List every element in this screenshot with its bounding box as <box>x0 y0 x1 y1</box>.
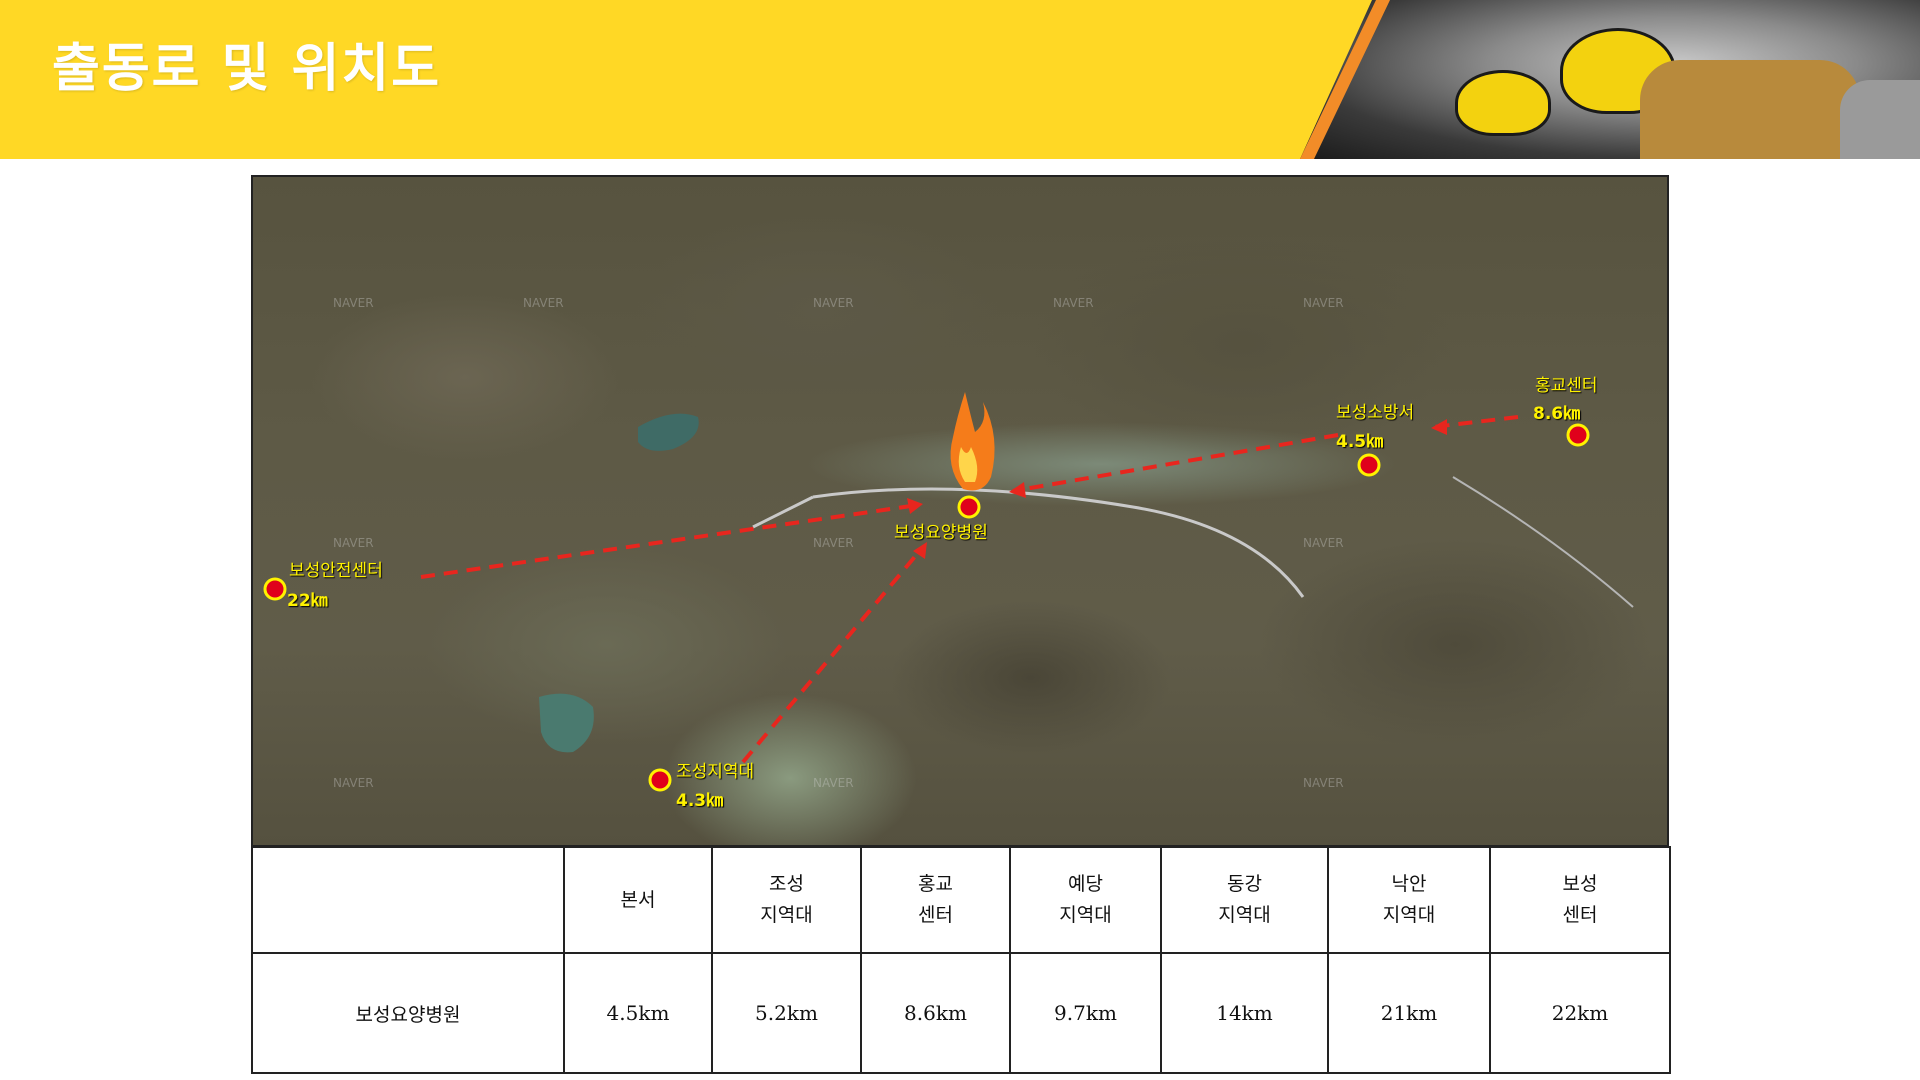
table-header-cell <box>251 846 565 954</box>
header-line: 조성 <box>769 873 804 895</box>
header-line: 센터 <box>1562 904 1598 926</box>
header-line: 낙안 <box>1391 873 1427 895</box>
naver-watermark: NAVER <box>333 536 374 550</box>
station-distance-hongyo: 8.6㎞ <box>1533 404 1581 424</box>
header-line: 동강 <box>1227 873 1262 895</box>
turnout-coat <box>1640 60 1860 159</box>
station-distance-boseong-safety: 22㎞ <box>287 591 328 611</box>
distance-cell: 21km <box>1327 952 1491 1074</box>
distance-cell: 8.6km <box>860 952 1011 1074</box>
header-line: 지역대 <box>760 904 813 926</box>
naver-watermark: NAVER <box>523 296 564 310</box>
table-header-cell: 보성센터 <box>1489 846 1671 954</box>
naver-watermark: NAVER <box>813 776 854 790</box>
station-label-hongyo: 홍교센터 <box>1535 376 1598 396</box>
naver-watermark: NAVER <box>1303 296 1344 310</box>
naver-watermark: NAVER <box>1303 776 1344 790</box>
page-title: 출동로 및 위치도 <box>52 39 442 99</box>
distance-cell: 9.7km <box>1009 952 1162 1074</box>
table-header-cell: 낙안지역대 <box>1327 846 1491 954</box>
road <box>1452 476 1634 608</box>
distance-cell: 22km <box>1489 952 1671 1074</box>
distance-cell: 5.2km <box>711 952 862 1074</box>
table-header-cell: 본서 <box>563 846 713 954</box>
naver-watermark: NAVER <box>813 536 854 550</box>
table-header-cell: 동강지역대 <box>1160 846 1329 954</box>
reservoir <box>539 693 594 753</box>
distance-cell: 4.5km <box>563 952 713 1074</box>
marker-hongyo <box>1566 423 1590 447</box>
naver-watermark: NAVER <box>813 296 854 310</box>
fire-location-label: 보성요양병원 <box>894 523 988 543</box>
fire-location-marker <box>957 495 981 519</box>
station-markers <box>263 423 1590 792</box>
header-line: 보성 <box>1562 873 1598 895</box>
fire-icon <box>950 392 995 491</box>
header-line: 지역대 <box>1059 904 1112 926</box>
naver-watermark: NAVER <box>1053 296 1094 310</box>
route-joseong <box>741 545 925 764</box>
station-label-boseong-fire: 보성소방서 <box>1336 403 1415 423</box>
station-label-boseong-safety: 보성안전센터 <box>289 561 383 581</box>
naver-watermark: NAVER <box>1303 536 1344 550</box>
route-map: NAVER NAVER NAVER NAVER NAVER NAVER NAVE… <box>251 175 1669 847</box>
air-tank <box>1840 80 1920 159</box>
arrowhead-icon <box>913 542 927 559</box>
marker-boseong-fire <box>1357 453 1381 477</box>
map-overlay: NAVER NAVER NAVER NAVER NAVER NAVER NAVE… <box>263 296 1634 792</box>
station-distance-boseong-fire: 4.5㎞ <box>1336 432 1384 452</box>
marker-joseong <box>648 768 672 792</box>
table-row: 보성요양병원 4.5km 5.2km 8.6km 9.7km 14km 21km… <box>251 952 1671 1074</box>
arrowhead-icon <box>1431 419 1447 435</box>
station-distance-joseong: 4.3㎞ <box>676 791 724 811</box>
naver-watermark: NAVER <box>333 296 374 310</box>
station-label-joseong: 조성지역대 <box>676 762 755 782</box>
header-line: 센터 <box>918 904 953 926</box>
firefighters-photo <box>1300 0 1920 159</box>
watermarks: NAVER NAVER NAVER NAVER NAVER NAVER NAVE… <box>333 296 1344 790</box>
header-banner: 출동로 및 위치도 <box>0 0 1920 159</box>
header-line: 홍교 <box>918 873 953 895</box>
table-header-cell: 예당지역대 <box>1009 846 1162 954</box>
arrowhead-icon <box>1009 482 1026 498</box>
marker-boseong-safety <box>263 577 287 601</box>
header-line: 예당 <box>1068 873 1103 895</box>
reservoir <box>638 413 699 451</box>
distance-cell: 14km <box>1160 952 1329 1074</box>
table-header-row: 본서 조성지역대 홍교센터 예당지역대 동강지역대 낙안지역대 보성센터 <box>251 846 1671 954</box>
route-boseong-fire <box>1012 433 1339 493</box>
table-header-cell: 조성지역대 <box>711 846 862 954</box>
road <box>752 495 814 529</box>
naver-watermark: NAVER <box>333 776 374 790</box>
expressway <box>812 487 1305 598</box>
distance-table: 본서 조성지역대 홍교센터 예당지역대 동강지역대 낙안지역대 보성센터 보성요… <box>251 846 1671 1074</box>
table-header-cell: 홍교센터 <box>860 846 1011 954</box>
header-line: 지역대 <box>1382 904 1436 926</box>
arrowhead-icon <box>907 498 923 514</box>
header-line: 지역대 <box>1218 904 1271 926</box>
header-line: 본서 <box>620 888 656 911</box>
helmet-icon <box>1455 70 1551 136</box>
row-label: 보성요양병원 <box>251 952 565 1074</box>
